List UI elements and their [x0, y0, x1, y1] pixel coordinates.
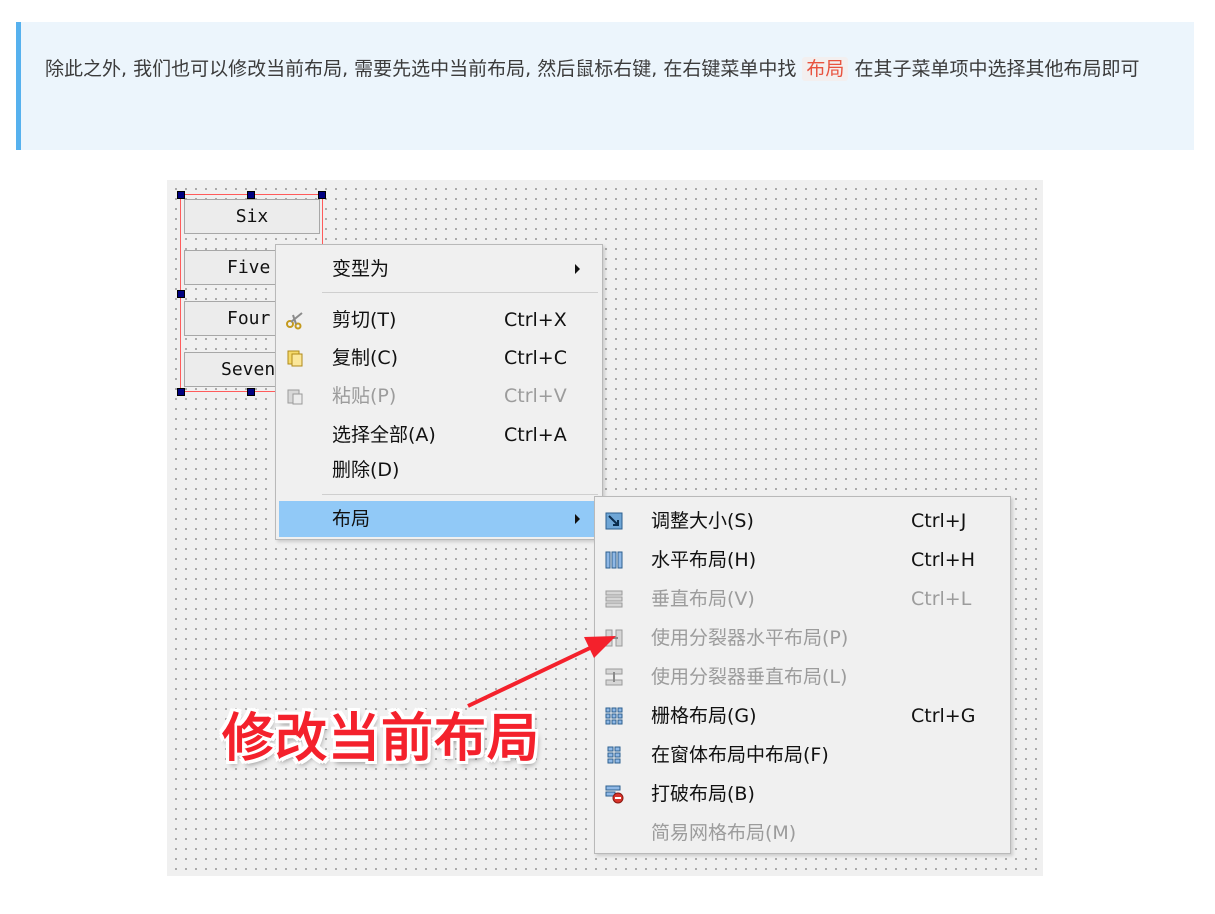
annotation-arrow [467, 636, 616, 708]
annotation-label: 修改当前布局 [222, 709, 541, 769]
